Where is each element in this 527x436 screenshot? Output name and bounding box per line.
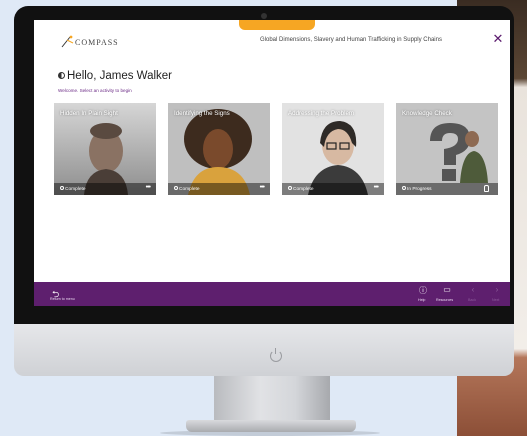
power-icon	[270, 348, 282, 362]
monitor-base	[186, 420, 356, 432]
resources-label: Resources	[436, 298, 454, 302]
close-button[interactable]: ✕	[492, 32, 504, 46]
help-label: Help	[418, 298, 426, 302]
return-to-menu-button[interactable]: ⮌ Return to menu	[50, 285, 76, 303]
status-check-icon	[174, 186, 178, 190]
card-status: Complete	[174, 186, 200, 192]
status-check-icon	[288, 186, 292, 190]
return-label: Return to menu	[50, 297, 75, 301]
activity-card-hidden-in-plain-sight[interactable]: Hidden In Plain Sight Complete •••	[54, 103, 156, 195]
resources-button[interactable]: ▭ Resources	[436, 285, 458, 303]
card-status-text: Complete	[65, 187, 86, 192]
monitor-stand	[214, 376, 330, 422]
next-button[interactable]: › Next	[486, 285, 508, 303]
card-title: Identifying the Signs	[174, 110, 230, 117]
greeting: Hello, James Walker	[58, 70, 172, 82]
app-screen: COMPASS Global Dimensions, Slavery and H…	[34, 20, 510, 306]
card-title: Knowledge Check	[402, 110, 452, 117]
card-footer: Complete •••	[54, 183, 156, 195]
activity-card-knowledge-check[interactable]: Knowledge Check In Progress	[396, 103, 498, 195]
card-footer: In Progress	[396, 183, 498, 195]
card-status-text: Complete	[293, 187, 314, 192]
card-status-text: In Progress	[407, 187, 432, 192]
card-status: In Progress	[402, 186, 432, 192]
contrast-icon	[58, 72, 65, 79]
more-icon[interactable]: •••	[260, 184, 265, 191]
status-check-icon	[60, 186, 64, 190]
top-bar: COMPASS Global Dimensions, Slavery and H…	[34, 20, 510, 60]
card-status: Complete	[288, 186, 314, 192]
card-footer: Complete •••	[168, 183, 270, 195]
activity-card-identifying-the-signs[interactable]: Identifying the Signs Complete •••	[168, 103, 270, 195]
monitor-chin	[14, 324, 514, 376]
logo-text: COMPASS	[75, 38, 119, 47]
folder-icon: ▭	[443, 285, 451, 294]
greeting-text: Hello, James Walker	[67, 70, 173, 82]
activity-card-addressing-the-problem[interactable]: Addressing the Problem Complete •••	[282, 103, 384, 195]
compass-logo-icon	[61, 35, 74, 48]
lock-icon	[484, 185, 489, 192]
back-button[interactable]: ‹ Back	[462, 285, 484, 303]
welcome-subtitle: Welcome. Select an activity to begin	[58, 88, 132, 93]
card-status: Complete	[60, 186, 86, 192]
card-status-text: Complete	[179, 187, 200, 192]
chevron-left-icon: ‹	[471, 285, 475, 294]
course-title: Global Dimensions, Slavery and Human Tra…	[260, 37, 442, 43]
more-icon[interactable]: •••	[374, 184, 379, 191]
card-title: Hidden In Plain Sight	[60, 110, 118, 117]
card-title: Addressing the Problem	[288, 110, 355, 117]
status-progress-icon	[402, 186, 406, 190]
camera-dot	[261, 13, 267, 19]
progress-pill	[239, 20, 315, 30]
help-button[interactable]: ⓘ Help	[412, 285, 434, 303]
back-label: Back	[468, 298, 476, 302]
help-icon: ⓘ	[419, 286, 427, 295]
card-footer: Complete •••	[282, 183, 384, 195]
next-label: Next	[492, 298, 500, 302]
chevron-right-icon: ›	[495, 285, 499, 294]
bottom-nav-bar: ⮌ Return to menu ⓘ Help ▭ Resources ‹ Ba…	[34, 282, 510, 306]
more-icon[interactable]: •••	[146, 184, 151, 191]
